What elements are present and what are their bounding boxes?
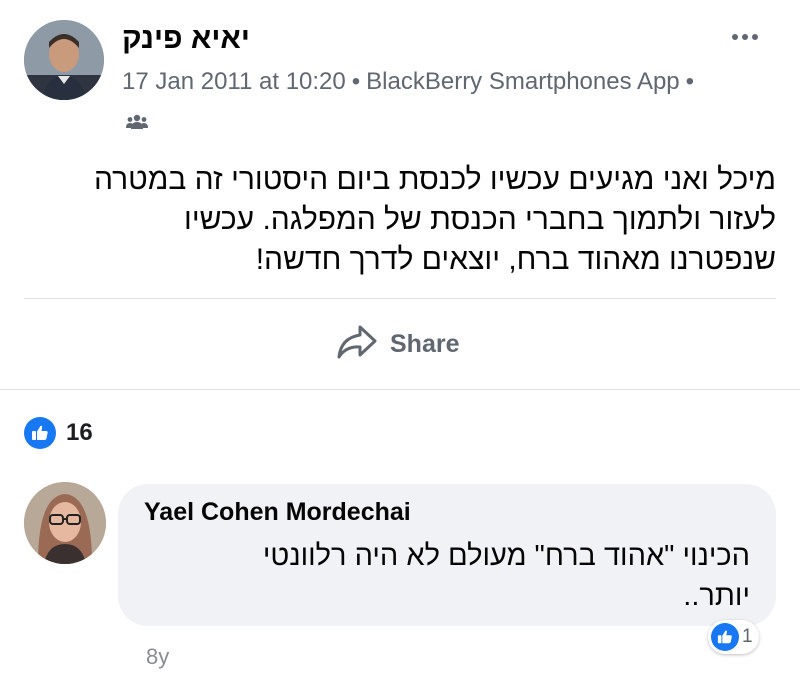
comment-bubble: Yael Cohen Mordechai הכינוי "אהוד ברח" מ… (118, 484, 776, 626)
comment-timestamp[interactable]: 8y (146, 644, 169, 670)
post-text-line: שנפטרנו מאהוד ברח, יוצאים לדרך חדשה! (255, 243, 776, 276)
like-icon (24, 417, 56, 449)
post-meta: 17 Jan 2011 at 10:20 • BlackBerry Smartpho… (122, 66, 722, 130)
post-source: BlackBerry Smartphones App (366, 68, 680, 95)
share-label: Share (390, 329, 460, 358)
friends-icon[interactable] (126, 107, 148, 129)
commenter-name[interactable]: Yael Cohen Mordechai (144, 498, 411, 527)
post-timestamp[interactable]: 17 Jan 2011 at 10:20 (122, 68, 346, 95)
more-options-button[interactable] (722, 20, 768, 54)
dot-icon (732, 34, 738, 40)
author-avatar[interactable] (24, 20, 104, 100)
author-name[interactable]: יאיא פינק (122, 22, 250, 56)
comment-reaction-count: 1 (742, 626, 753, 647)
reaction-count: 16 (66, 419, 93, 446)
reaction-summary[interactable]: 16 (24, 414, 93, 452)
like-icon (711, 623, 739, 651)
comment-text-line: הכינוי "אהוד ברח" מעולם לא היה רלוונטי (262, 540, 750, 572)
share-icon (336, 324, 378, 365)
separator-dot: • (351, 68, 361, 95)
comment-text: הכינוי "אהוד ברח" מעולם לא היה רלוונטי י… (150, 536, 750, 616)
comment-reaction-badge[interactable]: 1 (708, 620, 759, 654)
post-header: יאיא פינק 17 Jan 2011 at 10:20 • BlackBerr… (0, 0, 800, 140)
separator-dot: • (685, 68, 695, 95)
commenter-avatar[interactable] (24, 482, 106, 564)
comment-text-line: יותר.. (683, 580, 750, 612)
dot-icon (742, 34, 748, 40)
post-text-line: לעזור ולתמוך בחברי הכנסת של המפלגה. עכשי… (184, 203, 776, 236)
divider (24, 298, 776, 299)
post-text-line: מיכל ואני מגיעים עכשיו לכנסת ביום היסטור… (94, 163, 776, 196)
divider (0, 389, 800, 390)
share-button[interactable]: Share (336, 322, 459, 366)
dot-icon (752, 34, 758, 40)
post-text: מיכל ואני מגיעים עכשיו לכנסת ביום היסטור… (26, 160, 776, 280)
